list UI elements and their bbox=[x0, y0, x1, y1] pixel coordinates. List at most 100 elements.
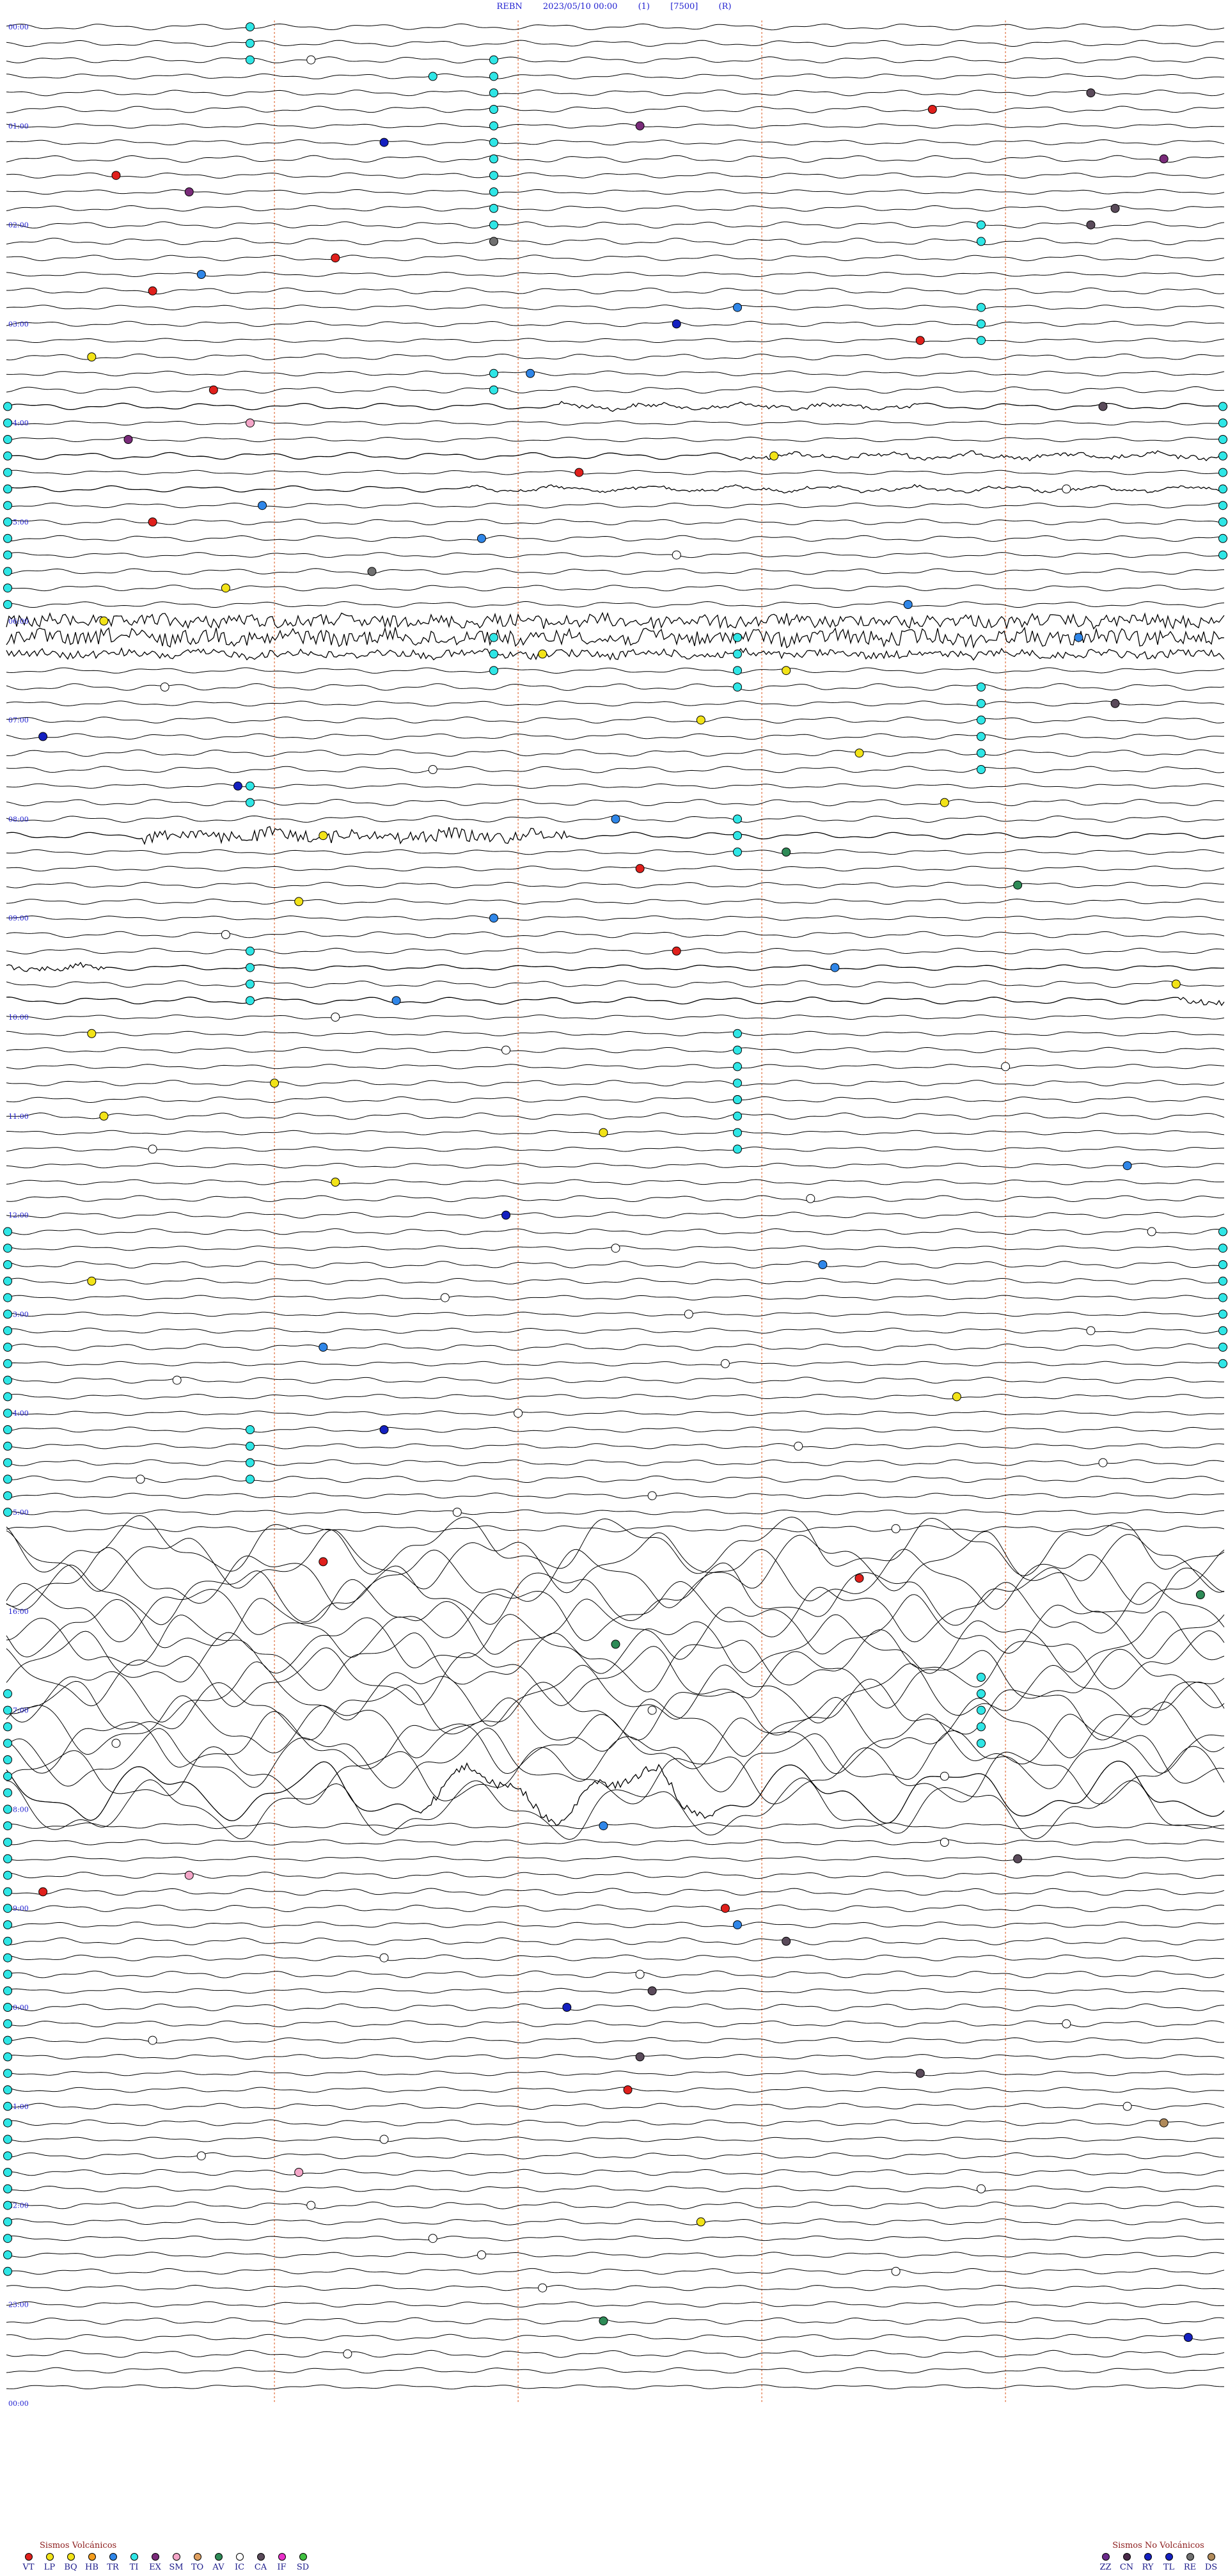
event-marker-av bbox=[782, 848, 791, 857]
trace-line bbox=[6, 2350, 1225, 2358]
trace-line bbox=[6, 40, 1225, 47]
trace-line bbox=[6, 1031, 1225, 1036]
event-marker-ti bbox=[3, 1953, 12, 1963]
trace-line bbox=[6, 1228, 1225, 1235]
event-marker-vt bbox=[148, 518, 157, 526]
event-marker-ti bbox=[489, 220, 498, 230]
legend-code: SD bbox=[296, 2563, 310, 2572]
event-marker-ic bbox=[306, 2201, 316, 2210]
legend-dot bbox=[1144, 2553, 1152, 2561]
event-marker-re bbox=[367, 567, 377, 576]
event-marker-ti bbox=[3, 2019, 12, 2028]
trace-line bbox=[6, 1822, 1225, 1829]
trace-line bbox=[6, 733, 1224, 740]
event-marker-ti bbox=[1218, 1326, 1227, 1336]
trace-line bbox=[6, 716, 1225, 723]
event-marker-vt bbox=[574, 468, 584, 477]
legend-code: EX bbox=[149, 2563, 161, 2572]
trace-line bbox=[6, 1047, 1225, 1054]
trace-line bbox=[6, 2053, 1225, 2060]
event-marker-ti bbox=[733, 633, 742, 642]
legend-dot bbox=[172, 2553, 180, 2561]
trace-line bbox=[6, 1727, 1225, 1792]
trace-line bbox=[6, 881, 1224, 889]
event-marker-ti bbox=[489, 203, 498, 213]
event-marker-ti bbox=[1218, 501, 1227, 510]
event-marker-ti bbox=[977, 699, 986, 708]
event-marker-tr bbox=[196, 270, 206, 279]
trace-line bbox=[6, 931, 1225, 938]
event-marker-tr bbox=[319, 1343, 328, 1352]
trace-line bbox=[6, 2201, 1225, 2209]
legend-dot bbox=[278, 2553, 286, 2561]
event-marker-ic bbox=[1122, 2101, 1132, 2111]
event-marker-ti bbox=[3, 2069, 12, 2078]
trace-line bbox=[6, 1594, 1225, 1660]
event-marker-ic bbox=[306, 55, 316, 65]
event-marker-ti bbox=[3, 1491, 12, 1501]
trace-line bbox=[6, 1856, 1225, 1861]
trace-line bbox=[6, 1529, 1225, 1593]
trace-line bbox=[6, 2185, 1225, 2193]
event-marker-ti bbox=[1218, 1343, 1227, 1352]
event-marker-ti bbox=[3, 1722, 12, 1732]
trace-line bbox=[6, 1492, 1225, 1499]
legend-volcanic-ti: TI bbox=[123, 2553, 145, 2572]
event-marker-ry bbox=[38, 732, 48, 741]
event-marker-ti bbox=[1218, 550, 1227, 560]
event-marker-ry bbox=[501, 1210, 511, 1220]
trace-line bbox=[6, 961, 1225, 972]
event-marker-ti bbox=[1218, 518, 1227, 526]
trace-line bbox=[6, 1179, 1225, 1185]
event-marker-ti bbox=[3, 2135, 12, 2144]
trace-line bbox=[6, 2252, 1225, 2258]
event-marker-ti bbox=[489, 121, 498, 130]
event-marker-ic bbox=[136, 1474, 145, 1484]
event-marker-tr bbox=[526, 368, 535, 378]
event-marker-ti bbox=[733, 1144, 742, 1154]
event-marker-ti bbox=[3, 418, 12, 428]
legend-code: CN bbox=[1119, 2563, 1134, 2572]
legend-volcanic-items: VT LP BQ HB TR TI EX SM TO AV IC CA IF SD bbox=[18, 2553, 313, 2572]
trace-line bbox=[6, 23, 1225, 31]
trace-line bbox=[6, 1212, 1225, 1219]
event-marker-ti bbox=[3, 1854, 12, 1863]
event-marker-ti bbox=[733, 649, 742, 659]
event-marker-ic bbox=[1001, 1062, 1011, 1071]
trace-line bbox=[6, 568, 1225, 575]
event-marker-ti bbox=[489, 72, 498, 81]
event-marker-ti bbox=[3, 2035, 12, 2045]
event-marker-ti bbox=[733, 814, 742, 824]
event-marker-ti bbox=[3, 1309, 12, 1319]
event-marker-ic bbox=[501, 1045, 511, 1055]
event-marker-ti bbox=[3, 1326, 12, 1336]
legend-code: SM bbox=[169, 2563, 184, 2572]
event-marker-ti bbox=[3, 435, 12, 444]
legend-volcanic-ic: IC bbox=[229, 2553, 250, 2572]
event-marker-bq bbox=[294, 897, 304, 906]
event-marker-ex bbox=[184, 187, 194, 196]
trace-line bbox=[6, 1014, 1225, 1020]
event-marker-ti bbox=[3, 1508, 12, 1517]
event-marker-bq bbox=[87, 352, 97, 361]
event-marker-ti bbox=[3, 2201, 12, 2210]
event-marker-ti bbox=[3, 1359, 12, 1368]
event-marker-ti bbox=[3, 468, 12, 477]
event-marker-ti bbox=[3, 2168, 12, 2177]
event-markers bbox=[3, 22, 1227, 2359]
event-marker-ti bbox=[3, 600, 12, 609]
event-marker-bq bbox=[87, 1276, 97, 1286]
hour-label: 10:00 bbox=[8, 1013, 29, 1022]
trace-line bbox=[6, 1443, 1225, 1450]
legend-dot bbox=[24, 2553, 33, 2561]
hour-label: 00:00 bbox=[8, 2399, 29, 2408]
event-marker-vt bbox=[623, 2085, 633, 2094]
event-marker-bq bbox=[331, 1178, 340, 1187]
event-marker-ca bbox=[1110, 203, 1120, 213]
trace-line bbox=[6, 2367, 1224, 2374]
event-marker-ti bbox=[3, 1689, 12, 1698]
trace-line bbox=[6, 1426, 1225, 1433]
event-marker-vt bbox=[915, 336, 925, 345]
legend-volcanic: Sismos Volcánicos VT LP BQ HB TR TI EX SM TO AV IC… bbox=[18, 2541, 313, 2572]
event-marker-ti bbox=[3, 1392, 12, 1402]
